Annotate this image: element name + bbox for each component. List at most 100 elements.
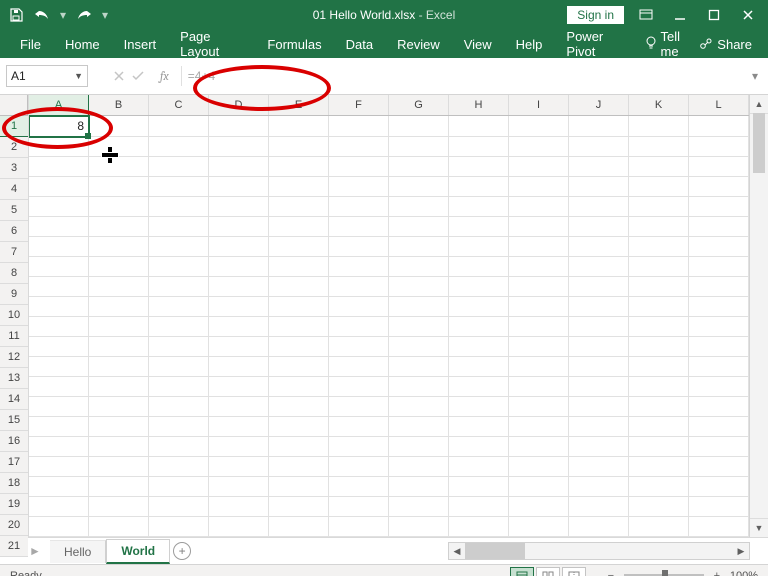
cell-G17[interactable] (389, 436, 449, 457)
cell-I4[interactable] (509, 176, 569, 197)
cell-G6[interactable] (389, 216, 449, 237)
cell-A15[interactable] (29, 396, 89, 417)
cell-B2[interactable] (89, 136, 149, 157)
cell-D4[interactable] (209, 176, 269, 197)
cell-I13[interactable] (509, 356, 569, 377)
cell-F21[interactable] (329, 516, 389, 537)
cell-C12[interactable] (149, 336, 209, 357)
cell-K13[interactable] (629, 356, 689, 377)
cell-G12[interactable] (389, 336, 449, 357)
scroll-left-icon[interactable]: ◀ (449, 546, 465, 557)
cell-F15[interactable] (329, 396, 389, 417)
cell-G18[interactable] (389, 456, 449, 477)
redo-icon[interactable] (74, 5, 94, 25)
cell-K2[interactable] (629, 136, 689, 157)
cell-J3[interactable] (569, 156, 629, 177)
cell-F9[interactable] (329, 276, 389, 297)
cell-L4[interactable] (689, 176, 749, 197)
cell-I3[interactable] (509, 156, 569, 177)
cell-L11[interactable] (689, 316, 749, 337)
cell-A13[interactable] (29, 356, 89, 377)
cell-I2[interactable] (509, 136, 569, 157)
cell-I6[interactable] (509, 216, 569, 237)
zoom-out-button[interactable]: − (604, 570, 618, 576)
row-header-5[interactable]: 5 (0, 200, 28, 221)
cell-A2[interactable] (29, 136, 89, 157)
cell-H17[interactable] (449, 436, 509, 457)
cell-G1[interactable] (389, 116, 449, 137)
row-header-20[interactable]: 20 (0, 515, 28, 536)
cell-L19[interactable] (689, 476, 749, 497)
cell-F14[interactable] (329, 376, 389, 397)
row-header-12[interactable]: 12 (0, 347, 28, 368)
cell-B11[interactable] (89, 316, 149, 337)
column-header-D[interactable]: D (209, 95, 269, 115)
scroll-thumb[interactable] (465, 543, 525, 559)
cell-B14[interactable] (89, 376, 149, 397)
cell-F4[interactable] (329, 176, 389, 197)
tab-help[interactable]: Help (504, 30, 555, 58)
cell-F17[interactable] (329, 436, 389, 457)
column-header-C[interactable]: C (149, 95, 209, 115)
cell-F2[interactable] (329, 136, 389, 157)
cell-D8[interactable] (209, 256, 269, 277)
cell-A21[interactable] (29, 516, 89, 537)
cell-G10[interactable] (389, 296, 449, 317)
cell-C10[interactable] (149, 296, 209, 317)
cell-C21[interactable] (149, 516, 209, 537)
signin-button[interactable]: Sign in (567, 6, 624, 24)
cell-B21[interactable] (89, 516, 149, 537)
cell-I8[interactable] (509, 256, 569, 277)
cell-E7[interactable] (269, 236, 329, 257)
close-icon[interactable] (736, 3, 760, 27)
cell-L2[interactable] (689, 136, 749, 157)
cell-C6[interactable] (149, 216, 209, 237)
cell-G14[interactable] (389, 376, 449, 397)
scroll-right-icon[interactable]: ▶ (733, 546, 749, 557)
row-header-6[interactable]: 6 (0, 221, 28, 242)
cell-B16[interactable] (89, 416, 149, 437)
cell-I19[interactable] (509, 476, 569, 497)
ribbon-display-icon[interactable] (634, 3, 658, 27)
view-page-break-icon[interactable] (562, 567, 586, 576)
cell-J9[interactable] (569, 276, 629, 297)
cell-F12[interactable] (329, 336, 389, 357)
cell-G7[interactable] (389, 236, 449, 257)
cell-B13[interactable] (89, 356, 149, 377)
cell-J11[interactable] (569, 316, 629, 337)
cell-J2[interactable] (569, 136, 629, 157)
cell-K16[interactable] (629, 416, 689, 437)
cell-H5[interactable] (449, 196, 509, 217)
cell-A7[interactable] (29, 236, 89, 257)
cell-I1[interactable] (509, 116, 569, 137)
tell-me-button[interactable]: Tell me (639, 29, 690, 59)
cell-H11[interactable] (449, 316, 509, 337)
cell-D7[interactable] (209, 236, 269, 257)
cell-I7[interactable] (509, 236, 569, 257)
cell-H14[interactable] (449, 376, 509, 397)
cell-B4[interactable] (89, 176, 149, 197)
cell-I16[interactable] (509, 416, 569, 437)
cell-C19[interactable] (149, 476, 209, 497)
cell-D6[interactable] (209, 216, 269, 237)
cell-C11[interactable] (149, 316, 209, 337)
tab-scroll-right[interactable]: ► (28, 544, 42, 558)
cell-K14[interactable] (629, 376, 689, 397)
cell-L20[interactable] (689, 496, 749, 517)
cell-K5[interactable] (629, 196, 689, 217)
cell-A4[interactable] (29, 176, 89, 197)
cell-H13[interactable] (449, 356, 509, 377)
cell-J1[interactable] (569, 116, 629, 137)
cell-D21[interactable] (209, 516, 269, 537)
cell-J21[interactable] (569, 516, 629, 537)
cell-L9[interactable] (689, 276, 749, 297)
cell-C8[interactable] (149, 256, 209, 277)
cell-H21[interactable] (449, 516, 509, 537)
cell-J10[interactable] (569, 296, 629, 317)
cell-C17[interactable] (149, 436, 209, 457)
cell-I9[interactable] (509, 276, 569, 297)
cell-F16[interactable] (329, 416, 389, 437)
cell-A19[interactable] (29, 476, 89, 497)
cell-F13[interactable] (329, 356, 389, 377)
column-header-I[interactable]: I (509, 95, 569, 115)
